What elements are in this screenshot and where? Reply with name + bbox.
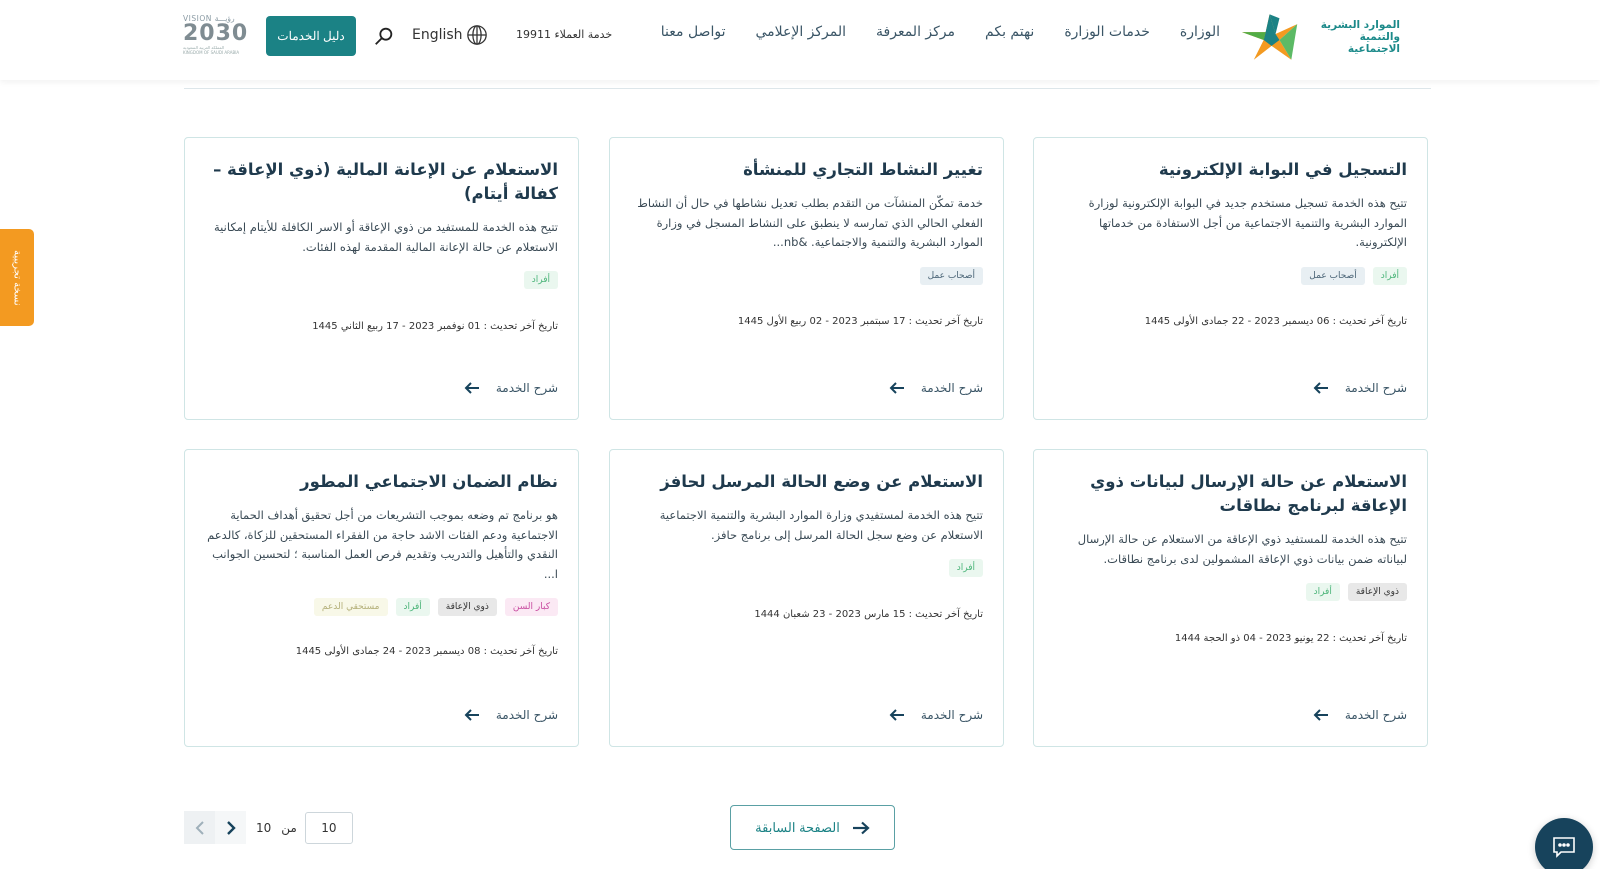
pager-prev-button[interactable] <box>184 811 215 844</box>
service-card-description: هو برنامج تم وضعه بموجب التشريعات من أجل… <box>207 508 558 581</box>
service-card-tags: أصحاب عمل <box>630 266 983 285</box>
language-label: English <box>412 27 463 43</box>
service-card: التسجيل في البوابة الإلكترونية تتيح هذه … <box>1033 137 1428 420</box>
service-explanation-link[interactable]: شرح الخدمة <box>464 708 558 722</box>
service-card-description: تتيح هذه الخدمة تسجيل مستخدم جديد في الب… <box>1088 196 1407 249</box>
service-card-last-updated: تاريخ آخر تحديث : 22 يونيو 2023 - 04 ذو … <box>1174 633 1407 644</box>
service-card-tags: ذوي الإعاقة أفراد <box>1054 583 1407 601</box>
service-card-title[interactable]: التسجيل في البوابة الإلكترونية <box>1054 158 1407 182</box>
arrow-left-icon <box>464 709 479 721</box>
tag-individuals: أفراد <box>948 559 983 577</box>
nav-we-care[interactable]: نهتم بكم <box>985 24 1034 40</box>
page-navigator: 10 من <box>184 811 353 844</box>
arrow-left-icon <box>1313 382 1328 394</box>
ministry-logo[interactable]: الموارد البشرية والتنمية الاجتماعية <box>1240 12 1400 62</box>
service-explanation-link[interactable]: شرح الخدمة <box>889 708 983 722</box>
service-card-title[interactable]: نظام الضمان الاجتماعي المطور <box>205 470 558 494</box>
service-explanation-link[interactable]: شرح الخدمة <box>464 381 558 395</box>
chevron-right-icon <box>226 820 236 835</box>
tag-individuals: أفراد <box>523 271 558 289</box>
arrow-left-icon <box>889 382 904 394</box>
header-divider <box>184 88 1431 89</box>
beta-version-tab[interactable]: نسخة تجريبية <box>0 229 34 326</box>
arrow-left-icon <box>1313 709 1328 721</box>
ministry-star-icon <box>1241 14 1298 60</box>
service-card-title[interactable]: تغيير النشاط التجاري للمنشأة <box>630 158 983 182</box>
service-card-tags: أفراد أصحاب عمل <box>1054 266 1407 285</box>
service-card: الاستعلام عن الإعانة المالية (ذوي الإعاق… <box>184 137 579 420</box>
service-card-title[interactable]: الاستعلام عن وضع الحالة المرسل لحافز <box>630 470 983 494</box>
nav-media-center[interactable]: المركز الإعلامي <box>755 24 846 40</box>
nav-contact-us[interactable]: تواصل معنا <box>661 24 726 40</box>
nav-ministry-services[interactable]: خدمات الوزارة <box>1064 24 1150 40</box>
service-card: الاستعلام عن وضع الحالة المرسل لحافز تتي… <box>609 449 1004 747</box>
service-card-last-updated: تاريخ آخر تحديث : 01 نوفمبر 2023 - 17 رب… <box>312 321 558 332</box>
search-button[interactable] <box>373 25 395 47</box>
service-card: نظام الضمان الاجتماعي المطور هو برنامج ت… <box>184 449 579 747</box>
site-header: الموارد البشرية والتنمية الاجتماعية الوز… <box>0 0 1600 80</box>
tag-disabled-persons: ذوي الإعاقة <box>437 598 497 616</box>
service-card: الاستعلام عن حالة الإرسال لبيانات ذوي ال… <box>1033 449 1428 747</box>
search-icon <box>375 27 393 45</box>
globe-icon <box>466 25 487 45</box>
page-number-input[interactable] <box>304 811 353 844</box>
tag-support-eligible: مستحقي الدعم <box>313 598 388 616</box>
service-explanation-link[interactable]: شرح الخدمة <box>889 381 983 395</box>
nav-knowledge-center[interactable]: مركز المعرفة <box>876 24 955 40</box>
service-card-description: تتيح هذه الخدمة للمستفيد ذوي الإعاقة من … <box>1077 532 1407 566</box>
pager-next-button[interactable] <box>215 811 246 844</box>
total-pages: 10 <box>256 820 272 835</box>
tag-employers: أصحاب عمل <box>919 266 983 285</box>
chat-bubble-icon <box>1553 837 1575 858</box>
customer-service-number[interactable]: خدمة العملاء 19911 <box>516 28 612 41</box>
arrow-right-icon <box>852 821 870 834</box>
service-card-tags: كبار السن ذوي الإعاقة أفراد مستحقي الدعم <box>205 598 558 616</box>
tag-disabled-persons: ذوي الإعاقة <box>1347 583 1407 601</box>
service-card-description: تتيح هذه الخدمة للمستفيد من ذوي الإعاقة … <box>214 220 558 254</box>
chat-button[interactable] <box>1535 818 1593 869</box>
service-card-title[interactable]: الاستعلام عن حالة الإرسال لبيانات ذوي ال… <box>1054 470 1407 518</box>
service-card-description: تتيح هذه الخدمة لمستفيدي وزارة الموارد ا… <box>659 508 983 542</box>
main-nav: الوزارة خدمات الوزارة نهتم بكم مركز المع… <box>661 24 1220 40</box>
service-explanation-link[interactable]: شرح الخدمة <box>1313 381 1407 395</box>
of-label: من <box>281 820 297 835</box>
tag-elderly: كبار السن <box>504 598 558 616</box>
service-card-last-updated: تاريخ آخر تحديث : 17 سبتمبر 2023 - 02 رب… <box>737 316 983 327</box>
beta-version-label: نسخة تجريبية <box>11 249 23 306</box>
service-card-tags: أفراد <box>630 559 983 577</box>
arrow-left-icon <box>889 709 904 721</box>
chevron-left-icon <box>195 820 204 835</box>
previous-page-button[interactable]: الصفحة السابقة <box>730 805 895 850</box>
service-card-description: خدمة تمكّن المنشآت من التقدم بطلب تعديل … <box>637 196 983 249</box>
service-explanation-link[interactable]: شرح الخدمة <box>1313 708 1407 722</box>
service-card-tags: أفراد <box>205 271 558 289</box>
tag-individuals: أفراد <box>395 598 430 616</box>
tag-individuals: أفراد <box>1305 583 1340 601</box>
vision-2030-logo[interactable]: VISION رؤيـــة 2030 المملكة العربية السع… <box>183 14 247 60</box>
tag-employers: أصحاب عمل <box>1301 266 1365 285</box>
services-guide-button[interactable]: دليل الخدمات <box>266 16 356 56</box>
ministry-logo-text: الموارد البشرية والتنمية الاجتماعية <box>1320 19 1400 55</box>
language-switch[interactable]: English <box>412 24 488 46</box>
service-card-last-updated: تاريخ آخر تحديث : 15 مارس 2023 - 23 شعبا… <box>754 609 983 620</box>
service-card: تغيير النشاط التجاري للمنشأة خدمة تمكّن … <box>609 137 1004 420</box>
tag-individuals: أفراد <box>1372 266 1407 285</box>
service-card-last-updated: تاريخ آخر تحديث : 06 ديسمبر 2023 - 22 جم… <box>1144 316 1407 327</box>
service-card-title[interactable]: الاستعلام عن الإعانة المالية (ذوي الإعاق… <box>205 158 558 206</box>
nav-ministry[interactable]: الوزارة <box>1180 24 1220 40</box>
service-card-last-updated: تاريخ آخر تحديث : 08 ديسمبر 2023 - 24 جم… <box>295 646 558 657</box>
arrow-left-icon <box>464 382 479 394</box>
